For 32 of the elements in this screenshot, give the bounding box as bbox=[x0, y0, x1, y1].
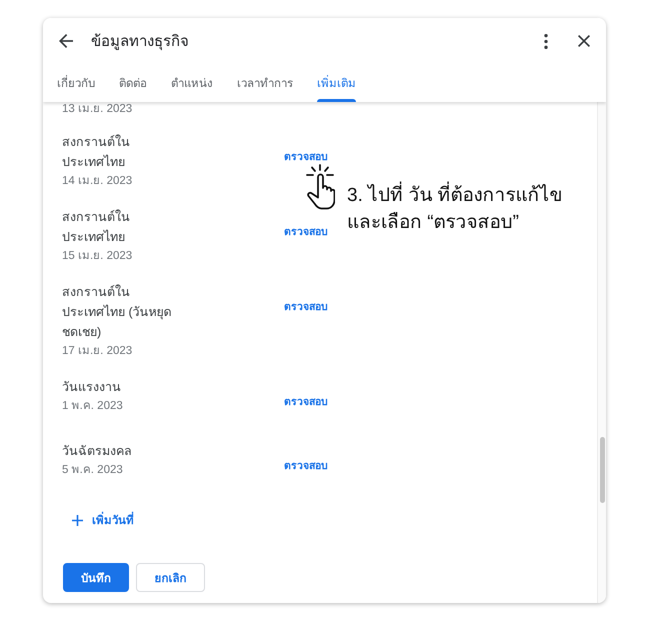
holiday-name: สงกรานต์ใน ประเทศไทย (วันหยุด ชดเชย) bbox=[62, 284, 172, 341]
tab[interactable]: เกี่ยวกับ bbox=[45, 64, 107, 102]
more-options-icon[interactable] bbox=[544, 34, 548, 48]
holiday-date: 14 เม.ย. 2023 bbox=[62, 174, 132, 189]
close-icon[interactable] bbox=[578, 35, 590, 47]
holiday-name: วันแรงงาน bbox=[62, 379, 121, 396]
scrollbar-thumb[interactable] bbox=[600, 437, 605, 503]
tab[interactable]: เวลาทำการ bbox=[225, 64, 305, 102]
holiday-date: 17 เม.ย. 2023 bbox=[62, 344, 132, 359]
add-date-link[interactable]: เพิ่มวันที่ bbox=[92, 511, 134, 529]
save-button[interactable]: บันทึก bbox=[63, 563, 129, 592]
review-link[interactable]: ตรวจสอบ bbox=[284, 298, 328, 314]
holiday-date: 5 พ.ค. 2023 bbox=[62, 463, 123, 478]
review-link[interactable]: ตรวจสอบ bbox=[284, 222, 328, 240]
cancel-button[interactable]: ยกเลิก bbox=[136, 563, 205, 592]
review-link[interactable]: ตรวจสอบ bbox=[284, 456, 328, 474]
tab[interactable]: เพิ่มเติม bbox=[305, 64, 368, 102]
holiday-date: 15 เม.ย. 2023 bbox=[62, 249, 132, 264]
holiday-name: วันฉัตรมงคล bbox=[62, 443, 132, 460]
back-arrow-icon[interactable] bbox=[59, 34, 73, 48]
review-link[interactable]: ตรวจสอบ bbox=[284, 392, 328, 410]
plus-icon[interactable] bbox=[72, 514, 83, 526]
dialog-title: ข้อมูลทางธุรกิจ bbox=[91, 32, 189, 52]
instruction-text: 3. ไปที่ วัน ที่ต้องการแก้ไข และเลือก “ตรวจสอบ” bbox=[347, 182, 563, 236]
tab[interactable]: ตำแหน่ง bbox=[159, 64, 225, 102]
review-link[interactable]: ตรวจสอบ bbox=[284, 148, 328, 164]
holiday-name: สงกรานต์ใน ประเทศไทย bbox=[62, 208, 130, 246]
holiday-date: 1 พ.ค. 2023 bbox=[62, 399, 123, 414]
pointing-hand-icon bbox=[305, 164, 335, 210]
holiday-date: 13 เม.ย. 2023 bbox=[62, 102, 132, 116]
tab[interactable]: ติดต่อ bbox=[107, 64, 159, 102]
holiday-name: สงกรานต์ใน ประเทศไทย bbox=[62, 134, 130, 171]
